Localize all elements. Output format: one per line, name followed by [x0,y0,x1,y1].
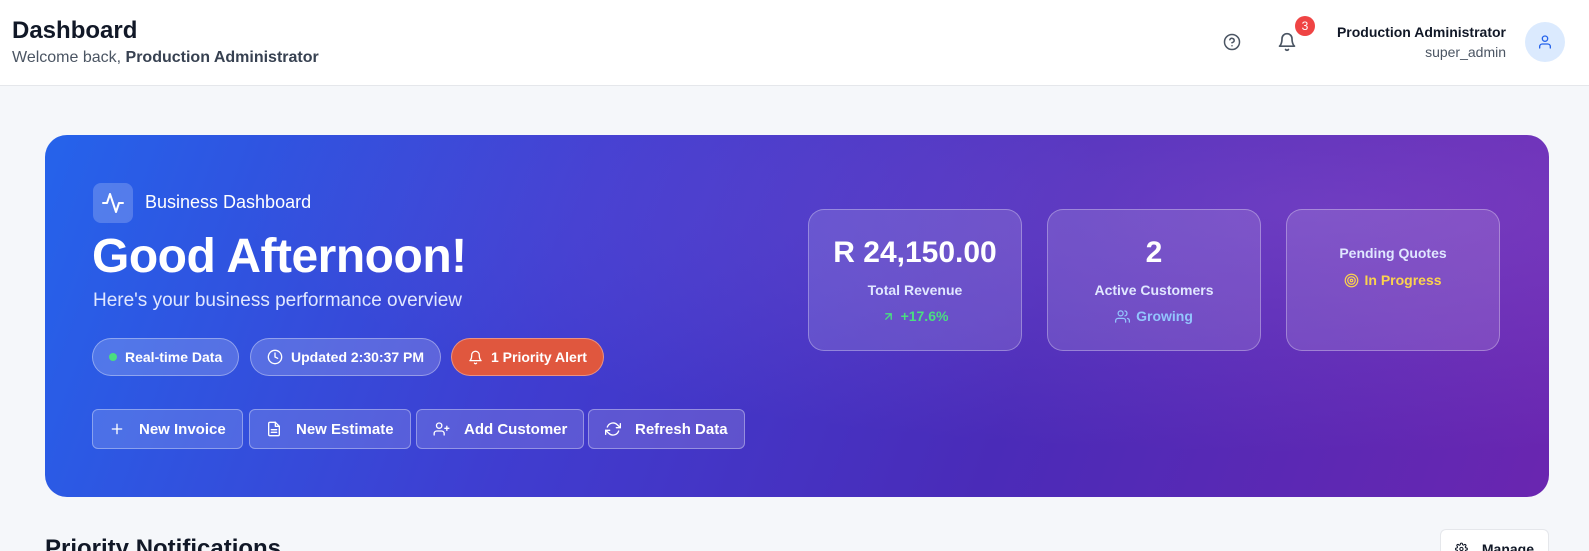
help-circle-icon [1223,33,1241,51]
arrow-up-right-icon [884,312,892,320]
refresh-data-button[interactable]: Refresh Data [588,409,745,449]
new-estimate-label: New Estimate [296,420,394,438]
priority-alert-pill[interactable]: 1 Priority Alert [451,338,604,376]
new-estimate-button[interactable]: New Estimate [249,409,411,449]
users-icon [1115,309,1131,323]
hero-icon-box [93,183,133,223]
updated-pill: Updated 2:30:37 PM [250,338,442,376]
pending-quotes-status: In Progress [1287,272,1499,288]
pending-quotes-status-label: In Progress [1364,272,1442,288]
total-revenue-card: R 24,150.00 Total Revenue +17.6% [808,209,1022,351]
welcome-name: Production Administrator [125,49,319,66]
gear-icon [1455,542,1468,551]
bell-icon [469,350,482,364]
help-button[interactable] [1222,32,1242,52]
revenue-trend-value: +17.6% [900,308,949,324]
top-bar: Dashboard Welcome back, Production Admin… [0,0,1589,86]
notifications-button[interactable] [1276,30,1298,54]
new-invoice-label: New Invoice [139,420,226,438]
updated-label: Updated 2:30:37 PM [291,349,425,365]
live-status-dot [109,353,117,361]
pending-quotes-card: Pending Quotes In Progress [1286,209,1500,351]
refresh-data-label: Refresh Data [635,420,728,438]
total-revenue-label: Total Revenue [867,282,963,298]
file-text-icon [268,421,280,437]
plus-icon [111,423,123,435]
pending-quotes-label: Pending Quotes [1339,245,1447,261]
hero-subtitle: Here's your business performance overvie… [93,290,463,311]
total-revenue-value: R 24,150.00 [833,236,997,269]
page-title: Dashboard [12,17,138,44]
notification-count-badge: 3 [1295,16,1315,36]
welcome-message: Welcome back, Production Administrator [12,49,319,67]
active-customers-value: 2 [1145,236,1163,269]
manage-button[interactable]: Manage [1440,529,1549,551]
hero-banner: Business Dashboard Good Afternoon! Here'… [45,135,1549,497]
user-plus-icon [433,422,450,436]
greeting-heading: Good Afternoon! [92,230,467,283]
refresh-icon [605,422,621,436]
active-customers-card: 2 Active Customers Growing [1047,209,1261,351]
bell-icon [1278,32,1296,52]
realtime-pill: Real-time Data [92,338,240,376]
hero-tag: Business Dashboard [145,192,312,212]
avatar[interactable] [1525,22,1565,62]
priority-alert-label: 1 Priority Alert [491,349,587,365]
customers-trend-value: Growing [1136,308,1193,324]
activity-icon [102,193,124,213]
new-invoice-button[interactable]: New Invoice [92,409,243,449]
user-role: super_admin [1425,44,1506,60]
customers-trend: Growing [1048,308,1260,324]
target-icon [1345,273,1359,287]
user-icon [1539,35,1551,49]
clock-icon [267,349,283,365]
realtime-label: Real-time Data [125,349,223,365]
welcome-prefix: Welcome back, [12,49,122,66]
add-customer-button[interactable]: Add Customer [416,409,585,449]
user-name: Production Administrator [1336,24,1506,40]
manage-label: Manage [1481,541,1534,551]
revenue-trend: +17.6% [809,308,1021,324]
add-customer-label: Add Customer [464,420,568,438]
priority-notifications-heading: Priority Notifications [45,535,282,551]
active-customers-label: Active Customers [1094,282,1214,298]
